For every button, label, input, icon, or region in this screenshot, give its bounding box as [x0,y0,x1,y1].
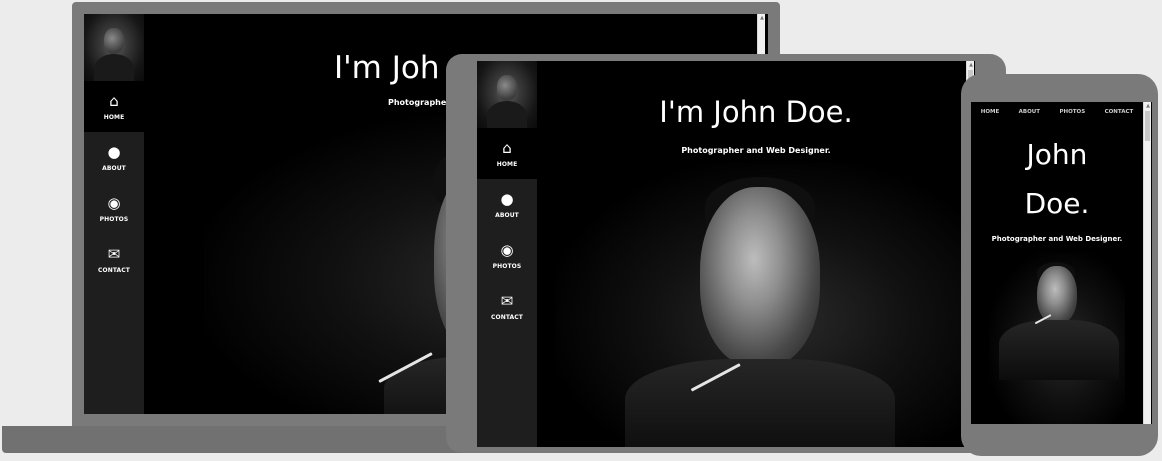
nav-item-photos[interactable]: ◉ PHOTOS [477,230,537,281]
hero-title-line2: Doe. [1024,187,1090,220]
tablet-screen: ⌂ HOME ● ABOUT ◉ PHOTOS ✉ CONTACT I'm Jo… [477,61,975,447]
eye-icon: ◉ [107,193,121,212]
nav-item-home[interactable]: ⌂ HOME [477,128,537,179]
nav-label: PHOTOS [492,263,522,270]
avatar[interactable] [477,61,537,128]
hero-subtitle: Photographer and Web Designer. [991,235,1123,243]
main-content: I'm John Doe. Photographer and Web Desig… [537,61,975,447]
home-icon: ⌂ [502,138,512,157]
avatar[interactable] [84,14,144,81]
nav-link-photos[interactable]: PHOTOS [1059,109,1085,115]
nav-link-home[interactable]: HOME [981,109,1000,115]
user-icon: ● [107,142,121,161]
home-icon: ⌂ [109,91,119,110]
nav-label: ABOUT [102,165,126,172]
device-mockup-stage: ⌂ HOME ● ABOUT ◉ PHOTOS ✉ CONTACT I'm Jo… [0,0,1162,461]
nav-item-contact[interactable]: ✉ CONTACT [477,281,537,332]
scroll-up-icon[interactable]: ▲ [758,14,766,22]
nav-item-about[interactable]: ● ABOUT [84,132,144,183]
nav-label: HOME [496,161,518,168]
sidebar: ⌂ HOME ● ABOUT ◉ PHOTOS ✉ CONTACT [84,14,144,414]
scroll-up-icon[interactable]: ▲ [1144,102,1152,110]
user-icon: ● [500,189,514,208]
nav-link-about[interactable]: ABOUT [1019,109,1040,115]
nav-label: CONTACT [98,267,130,274]
nav-item-photos[interactable]: ◉ PHOTOS [84,183,144,234]
envelope-icon: ✉ [500,291,514,310]
nav-item-about[interactable]: ● ABOUT [477,179,537,230]
hero-photo [989,252,1125,424]
hero-subtitle: Photographer and Web Designer. [681,146,831,155]
sidebar: ⌂ HOME ● ABOUT ◉ PHOTOS ✉ CONTACT [477,61,537,447]
nav-label: PHOTOS [99,216,129,223]
scrollbar[interactable]: ▲ [1143,102,1151,424]
nav-link-contact[interactable]: CONTACT [1105,109,1134,115]
nav-label: ABOUT [495,212,519,219]
phone-screen: HOME ABOUT PHOTOS CONTACT John Doe. Phot… [971,102,1152,424]
laptop-scrollbar[interactable]: ▲ [757,14,767,54]
eye-icon: ◉ [500,240,514,259]
hero-title-line1: John [1026,138,1088,171]
hero-photo [555,163,965,447]
scroll-up-icon[interactable]: ▲ [967,61,975,69]
top-nav: HOME ABOUT PHOTOS CONTACT [971,102,1143,122]
envelope-icon: ✉ [107,244,121,263]
nav-label: HOME [103,114,125,121]
hero-title: I'm John Doe. [659,95,853,129]
scrollbar-thumb[interactable] [1145,111,1150,141]
nav-item-contact[interactable]: ✉ CONTACT [84,234,144,285]
nav-item-home[interactable]: ⌂ HOME [84,81,144,132]
nav-label: CONTACT [491,314,523,321]
